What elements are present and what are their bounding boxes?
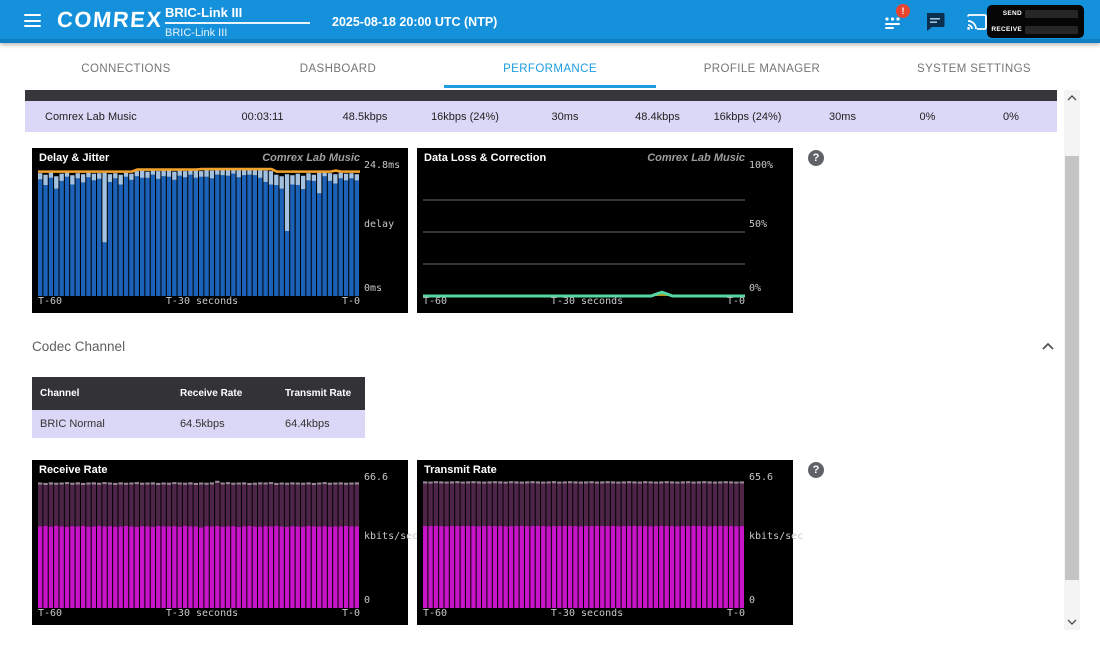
x-tick: T-60 (38, 296, 62, 307)
tab-performance[interactable]: PERFORMANCE (444, 52, 656, 88)
x-tick: T-60 (38, 608, 62, 619)
datetime-display: 2025-08-18 20:00 UTC (NTP) (332, 15, 497, 29)
y-axis-label: delay (364, 219, 408, 230)
y-axis-min-label: 0 (749, 595, 793, 606)
y-axis-min-label: 0ms (364, 283, 408, 294)
connection-tx-rate: 48.4kbps (615, 111, 700, 123)
comrex-logo: COMREX (56, 7, 163, 33)
tab-dashboard[interactable]: DASHBOARD (232, 52, 444, 88)
connection-rx-delay: 30ms (515, 111, 615, 123)
device-title-block: BRIC-Link III BRIC-Link III (165, 5, 315, 39)
chart-title: Data Loss & Correction (424, 152, 546, 164)
receive-meter: RECEIVE (991, 25, 1078, 34)
transmit-rate-chart: Transmit Rate 65.6 kbits/sec 0 T-60 T-30… (417, 460, 793, 625)
y-axis-max-label: 24.8ms (364, 160, 408, 171)
codec-channel-name: BRIC Normal (32, 418, 172, 430)
receive-rate-plot (38, 478, 360, 610)
app-header: COMREX BRIC-Link III BRIC-Link III 2025-… (0, 0, 1100, 43)
x-axis-labels: T-60 T-30 seconds T-0 (38, 296, 360, 307)
vertical-scrollbar[interactable] (1064, 90, 1080, 630)
connection-tx-jitter: 16kbps (24%) (700, 111, 795, 123)
x-axis-labels: T-60 T-30 seconds T-0 (423, 608, 745, 619)
chart-title: Transmit Rate (424, 464, 497, 476)
x-axis-labels: T-60 T-30 seconds T-0 (38, 608, 360, 619)
x-axis-labels: T-60 T-30 seconds T-0 (423, 296, 745, 307)
x-tick: T-0 (342, 296, 360, 307)
connection-tx-delay: 30ms (795, 111, 890, 123)
codec-transmit-rate: 64.4kbps (277, 418, 365, 430)
codec-table-header: Channel Receive Rate Transmit Rate (32, 377, 365, 410)
title-underline (165, 22, 310, 24)
x-tick: T-0 (727, 296, 745, 307)
chart-legend: Comrex Lab Music (647, 152, 745, 164)
collapse-chevron-icon[interactable] (1040, 340, 1056, 354)
main-tab-bar: CONNECTIONS DASHBOARD PERFORMANCE PROFIL… (20, 43, 1080, 90)
receive-meter-label: RECEIVE (991, 26, 1025, 33)
alert-badge: ! (896, 4, 910, 18)
header-icons: ! (880, 0, 990, 43)
y-axis-max-label: 100% (749, 160, 793, 171)
y-axis-unit-label: kbits/sec (749, 531, 793, 542)
chart-title: Delay & Jitter (39, 152, 109, 164)
tab-system-settings[interactable]: SYSTEM SETTINGS (868, 52, 1080, 88)
receive-rate-chart: Receive Rate 66.6 kbits/sec 0 T-60 T-30 … (32, 460, 408, 625)
chart-title: Receive Rate (39, 464, 108, 476)
x-tick: T-60 (423, 608, 447, 619)
send-meter-label: SEND (991, 10, 1025, 17)
x-tick: T-30 seconds (551, 608, 623, 619)
chart-legend: Comrex Lab Music (262, 152, 360, 164)
delay-jitter-plot (38, 166, 360, 298)
delay-jitter-chart: Delay & Jitter Comrex Lab Music 24.8ms d… (32, 148, 408, 313)
transmit-rate-plot (423, 478, 745, 610)
codec-receive-rate: 64.5kbps (172, 418, 277, 430)
x-tick: T-30 seconds (166, 608, 238, 619)
x-tick: T-0 (342, 608, 360, 619)
connection-correction: 0% (965, 111, 1057, 123)
help-icon[interactable]: ? (808, 150, 824, 166)
scroll-up-arrow[interactable] (1064, 90, 1080, 106)
device-subtitle: BRIC-Link III (165, 27, 315, 39)
y-axis-min-label: 0 (364, 595, 408, 606)
scroll-down-arrow[interactable] (1064, 614, 1080, 630)
connection-name: Comrex Lab Music (25, 111, 210, 123)
x-tick: T-0 (727, 608, 745, 619)
x-tick: T-30 seconds (551, 296, 623, 307)
col-transmit-rate: Transmit Rate (277, 388, 365, 399)
scrollbar-thumb[interactable] (1065, 156, 1079, 580)
connection-duration: 00:03:11 (210, 111, 315, 123)
col-channel: Channel (32, 388, 172, 399)
x-tick: T-60 (423, 296, 447, 307)
col-receive-rate: Receive Rate (172, 388, 277, 399)
connection-loss: 0% (890, 111, 965, 123)
tab-connections[interactable]: CONNECTIONS (20, 52, 232, 88)
y-axis-mid-label: 50% (749, 219, 793, 230)
connection-rx-jitter: 16kbps (24%) (415, 111, 515, 123)
menu-icon[interactable] (24, 14, 41, 27)
x-tick: T-30 seconds (166, 296, 238, 307)
codec-table-row[interactable]: BRIC Normal 64.5kbps 64.4kbps (32, 410, 365, 438)
y-axis-max-label: 66.6 (364, 472, 408, 483)
connection-stats-row[interactable]: Comrex Lab Music 00:03:11 48.5kbps 16kbp… (25, 101, 1057, 132)
send-meter: SEND (991, 9, 1078, 18)
y-axis-min-label: 0% (749, 283, 793, 294)
connections-status-icon[interactable]: ! (880, 9, 906, 35)
y-axis-max-label: 65.6 (749, 472, 793, 483)
tab-profile-manager[interactable]: PROFILE MANAGER (656, 52, 868, 88)
chat-icon[interactable] (922, 9, 948, 35)
app-window: COMREX BRIC-Link III BRIC-Link III 2025-… (0, 0, 1100, 645)
codec-channel-heading: Codec Channel (32, 339, 125, 354)
device-title: BRIC-Link III (165, 5, 315, 20)
data-loss-plot (423, 166, 745, 298)
connection-table-header-strip (25, 90, 1057, 101)
y-axis-unit-label: kbits/sec (364, 531, 408, 542)
audio-level-meter: SEND RECEIVE (987, 5, 1084, 38)
connection-rx-rate: 48.5kbps (315, 111, 415, 123)
help-icon[interactable]: ? (808, 462, 824, 478)
data-loss-correction-chart: Data Loss & Correction Comrex Lab Music … (417, 148, 793, 313)
codec-channel-table: Channel Receive Rate Transmit Rate BRIC … (32, 377, 365, 438)
